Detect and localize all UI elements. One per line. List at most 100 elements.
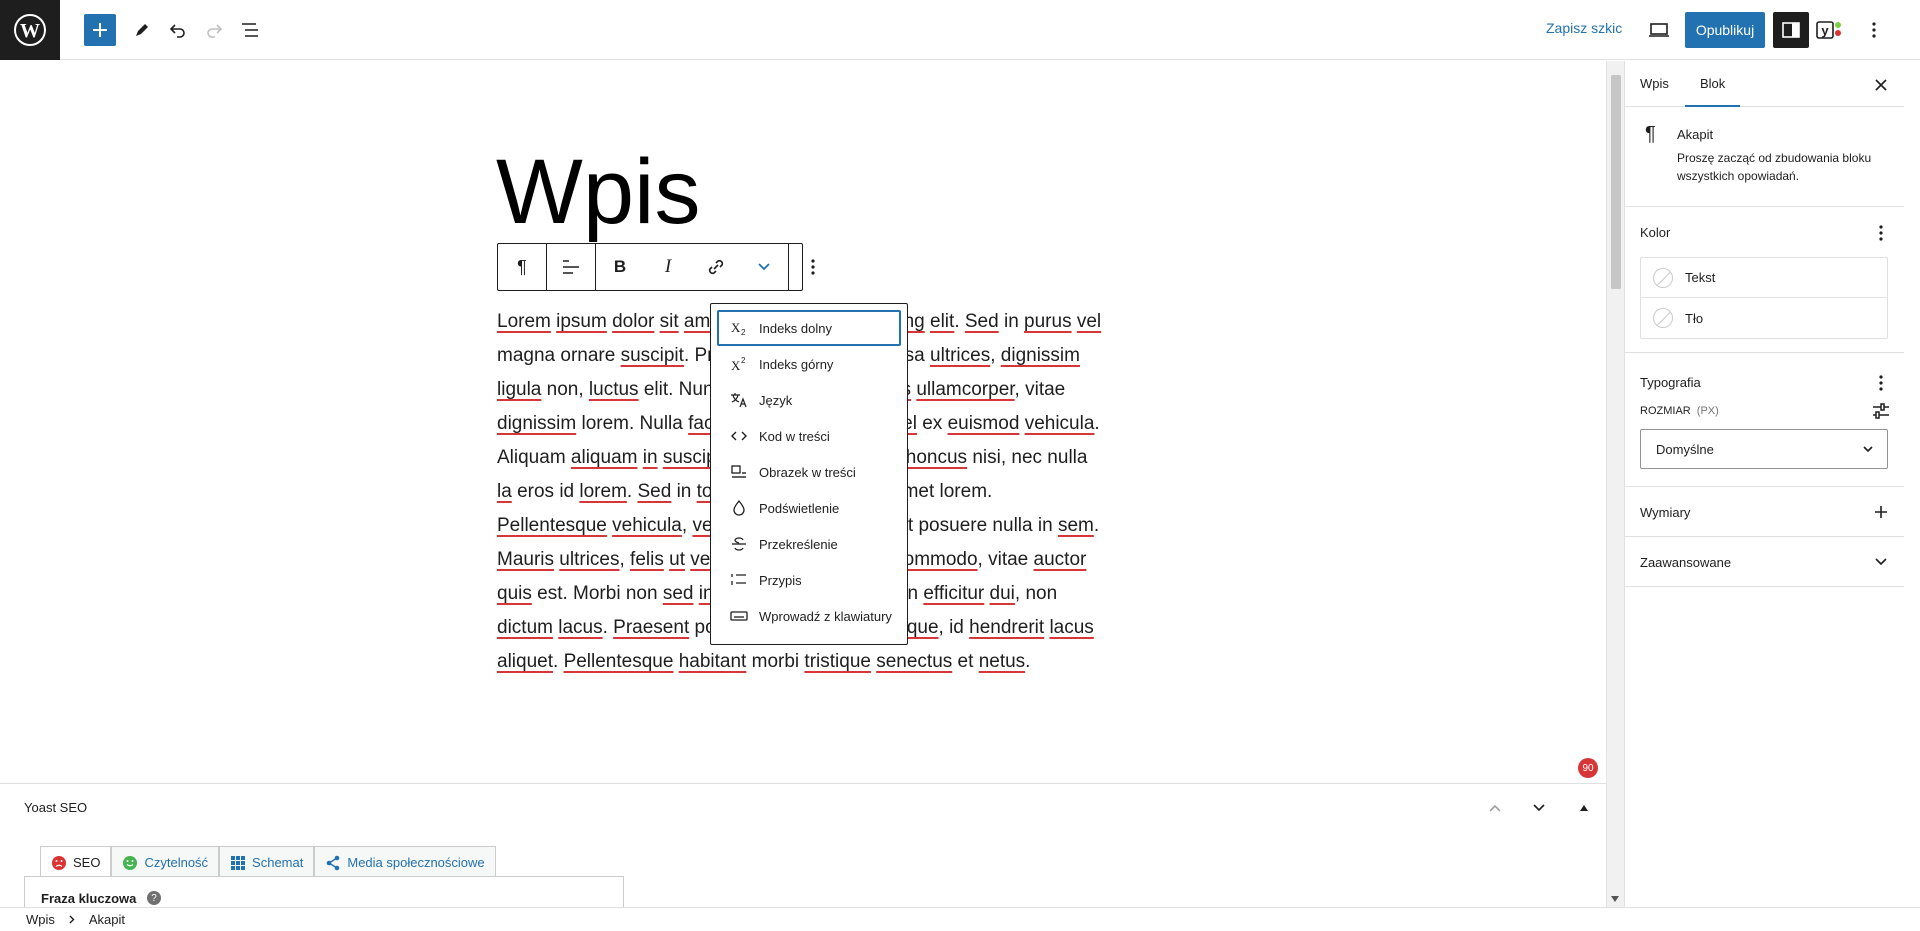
editor-scrollbar[interactable] xyxy=(1606,61,1624,907)
menu-item-subscript[interactable]: X 2 Indeks dolny xyxy=(717,310,901,346)
misspelled-word: sit xyxy=(659,311,679,332)
paragraph-text: in xyxy=(998,311,1025,332)
add-dimension-button[interactable] xyxy=(1869,500,1893,524)
misspelled-word: habitant xyxy=(678,651,747,672)
tools-button[interactable] xyxy=(124,12,160,48)
undo-button[interactable] xyxy=(160,12,196,48)
svg-text:X: X xyxy=(731,320,741,335)
paragraph-text: , xyxy=(681,515,693,536)
code-icon xyxy=(729,428,749,444)
sad-face-icon xyxy=(52,855,66,870)
sidebar-icon xyxy=(1782,22,1800,38)
add-block-button[interactable] xyxy=(84,14,116,46)
menu-item-inline-code[interactable]: Kod w treści xyxy=(717,418,901,454)
misspelled-word: Sed xyxy=(637,481,672,502)
breadcrumb-paragraph[interactable]: Akapit xyxy=(89,912,125,927)
settings-button[interactable] xyxy=(1773,12,1809,48)
link-button[interactable] xyxy=(692,244,740,290)
misspelled-word: netus xyxy=(978,651,1026,672)
svg-text:X: X xyxy=(731,358,741,372)
scrollbar-thumb[interactable] xyxy=(1611,75,1621,289)
tab-block[interactable]: Blok xyxy=(1685,61,1741,107)
color-options-button[interactable] xyxy=(1869,221,1893,245)
redo-button[interactable] xyxy=(196,12,232,48)
advanced-toggle[interactable] xyxy=(1869,550,1893,574)
collapse-panel-button[interactable] xyxy=(1572,796,1596,820)
keyphrase-label: Fraza kluczowa xyxy=(41,891,137,906)
breadcrumb-post[interactable]: Wpis xyxy=(26,912,55,927)
background-color-option[interactable]: Tło xyxy=(1641,298,1887,338)
save-draft-button[interactable]: Zapisz szkic xyxy=(1546,20,1622,36)
misspelled-word: vehicula xyxy=(1024,413,1095,434)
superscript-icon: X2 xyxy=(729,356,749,372)
block-type-button[interactable]: ¶ xyxy=(498,244,546,290)
dimensions-panel[interactable]: Wymiary xyxy=(1625,487,1904,537)
grid-icon xyxy=(231,855,246,870)
italic-button[interactable]: I xyxy=(644,244,692,290)
help-icon[interactable]: ? xyxy=(147,891,161,905)
more-formats-button[interactable] xyxy=(740,244,788,290)
misspelled-word: lorem xyxy=(579,481,627,502)
chevron-up-icon xyxy=(1489,804,1501,812)
empty-swatch-icon xyxy=(1653,267,1673,288)
scroll-down-arrow[interactable] xyxy=(1606,891,1624,907)
size-label-row: ROZMIAR (PX) xyxy=(1640,405,1719,417)
misspelled-word: vehicula xyxy=(612,515,682,536)
misspelled-word: ultrices xyxy=(930,345,991,366)
move-down-button[interactable] xyxy=(1527,796,1551,820)
preview-button[interactable] xyxy=(1641,12,1677,48)
move-up-button[interactable] xyxy=(1483,796,1507,820)
misspelled-word: hendrerit xyxy=(969,617,1045,638)
menu-item-highlight[interactable]: Podświetlenie xyxy=(717,490,901,526)
color-panel-title: Kolor xyxy=(1640,225,1671,240)
font-size-value: Domyślne xyxy=(1656,441,1714,457)
custom-size-button[interactable] xyxy=(1869,399,1893,423)
misspelled-word: Pellentesque xyxy=(497,515,607,536)
chevron-down-icon xyxy=(1863,446,1873,453)
bold-icon: B xyxy=(613,257,627,276)
menu-item-footnote[interactable]: Przypis xyxy=(717,562,901,598)
tab-schema[interactable]: Schemat xyxy=(219,846,315,878)
share-icon xyxy=(327,855,340,870)
subscript-icon: X2 xyxy=(729,320,749,336)
align-button[interactable] xyxy=(547,244,595,290)
misspelled-word: sed xyxy=(662,583,694,604)
tab-readability[interactable]: Czytelność xyxy=(111,846,220,878)
misspelled-word: rhoncus xyxy=(899,447,968,468)
close-sidebar-button[interactable] xyxy=(1869,73,1893,97)
menu-item-inline-image[interactable]: Obrazek w treści xyxy=(717,454,901,490)
misspelled-word: auctor xyxy=(1033,549,1087,570)
menu-item-superscript[interactable]: X 2 Indeks górny xyxy=(717,346,901,382)
yoast-button[interactable]: y xyxy=(1812,12,1848,48)
typography-options-button[interactable] xyxy=(1869,371,1893,395)
settings-sliders-icon xyxy=(1873,403,1889,419)
advanced-panel[interactable]: Zaawansowane xyxy=(1625,537,1904,587)
text-color-option[interactable]: Tekst xyxy=(1641,258,1887,298)
tab-social[interactable]: Media społecznościowe xyxy=(314,846,496,878)
misspelled-word: Sed xyxy=(964,311,999,332)
paragraph-icon: ¶ xyxy=(1645,123,1656,145)
tab-social-label: Media społecznościowe xyxy=(347,855,485,870)
menu-item-keyboard-input[interactable]: Wprowadź z klawiatury xyxy=(717,598,901,634)
tab-seo[interactable]: SEO xyxy=(40,846,112,878)
tab-post[interactable]: Wpis xyxy=(1640,61,1669,107)
menu-item-strikethrough[interactable]: Przekreślenie xyxy=(717,526,901,562)
post-title[interactable]: Wpis xyxy=(496,132,700,252)
chevron-down-icon xyxy=(758,263,770,271)
misspelled-word: elit xyxy=(930,311,955,332)
font-size-select[interactable]: Domyślne xyxy=(1640,429,1888,469)
menu-item-label: Podświetlenie xyxy=(759,500,840,516)
menu-item-language[interactable]: Język xyxy=(717,382,901,418)
document-overview-button[interactable] xyxy=(232,12,268,48)
more-vertical-icon xyxy=(1872,22,1876,38)
dimensions-panel-title: Wymiary xyxy=(1640,505,1691,520)
paragraph-text: , vitae xyxy=(1014,379,1066,400)
block-options-button[interactable] xyxy=(789,244,837,290)
publish-button[interactable]: Opublikuj xyxy=(1685,12,1765,48)
wordpress-logo-button[interactable]: W xyxy=(0,0,60,60)
bold-button[interactable]: B xyxy=(596,244,644,290)
paragraph-text: . xyxy=(1025,651,1031,672)
options-button[interactable] xyxy=(1856,12,1892,48)
misspelled-word: lacus xyxy=(1049,617,1094,638)
tab-seo-label: SEO xyxy=(73,855,101,870)
